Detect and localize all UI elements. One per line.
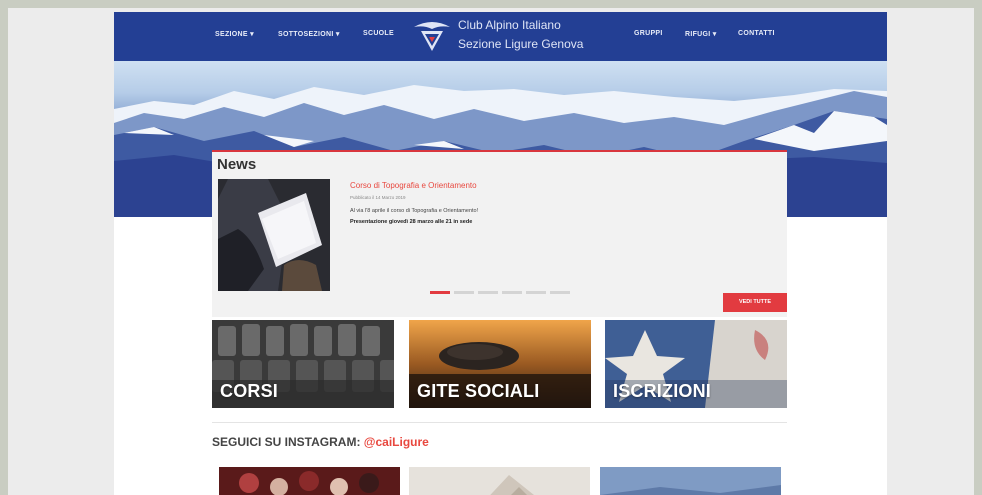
carousel-dot[interactable] <box>478 291 498 294</box>
card-iscrizioni[interactable]: ISCRIZIONI <box>605 320 787 408</box>
news-title: News <box>217 156 257 173</box>
nav-scuole[interactable]: SCUOLE <box>363 30 394 37</box>
instagram-thumb[interactable] <box>219 467 400 495</box>
view-all-news-button[interactable]: VEDI TUTTE <box>723 293 787 312</box>
instagram-heading-text: SEGUICI SU INSTAGRAM: <box>212 435 364 449</box>
news-headline-link[interactable]: Corso di Topografia e Orientamento <box>350 181 477 190</box>
nav-sezione[interactable]: SEZIONE ▾ <box>215 30 254 38</box>
news-text: Al via l'8 aprile il corso di Topografia… <box>350 208 479 214</box>
instagram-handle-link[interactable]: @caiLigure <box>364 435 429 449</box>
news-panel: News Corso di Topografia e Orientamento … <box>212 150 787 317</box>
logo-title: Club Alpino Italiano <box>458 18 561 32</box>
news-date: Pubblicato il 14 Marzo 2019 <box>350 195 406 200</box>
website: SEZIONE ▾ SOTTOSEZIONI ▾ SCUOLE Club Alp… <box>114 12 887 495</box>
card-label: ISCRIZIONI <box>613 381 712 401</box>
cai-emblem-icon <box>414 22 450 51</box>
logo-subtitle: Sezione Ligure Genova <box>458 37 584 51</box>
section-divider <box>212 422 787 423</box>
nav-sottosezioni[interactable]: SOTTOSEZIONI ▾ <box>278 30 340 38</box>
news-text-bold: Presentazione giovedì 28 marzo alle 21 i… <box>350 219 473 225</box>
card-label: GITE SOCIALI <box>417 381 540 401</box>
carousel-dot[interactable] <box>526 291 546 294</box>
navbar: SEZIONE ▾ SOTTOSEZIONI ▾ SCUOLE Club Alp… <box>114 12 887 61</box>
cai-logo[interactable]: Club Alpino Italiano Sezione Ligure Geno… <box>412 15 632 57</box>
nav-contatti[interactable]: CONTATTI <box>738 30 775 37</box>
carousel-dot[interactable] <box>502 291 522 294</box>
instagram-thumb[interactable] <box>409 467 590 495</box>
card-gite-sociali[interactable]: GITE SOCIALI <box>409 320 591 408</box>
instagram-thumb[interactable] <box>600 467 781 495</box>
nav-gruppi[interactable]: GRUPPI <box>634 30 663 37</box>
carousel-dot[interactable] <box>454 291 474 294</box>
carousel-dot[interactable] <box>430 291 450 294</box>
instagram-heading: SEGUICI SU INSTAGRAM: @caiLigure <box>212 435 429 449</box>
carousel-dot[interactable] <box>550 291 570 294</box>
card-label: CORSI <box>220 381 279 401</box>
news-image[interactable] <box>218 179 330 291</box>
card-corsi[interactable]: CORSI <box>212 320 394 408</box>
nav-rifugi[interactable]: RIFUGI ▾ <box>685 30 717 38</box>
